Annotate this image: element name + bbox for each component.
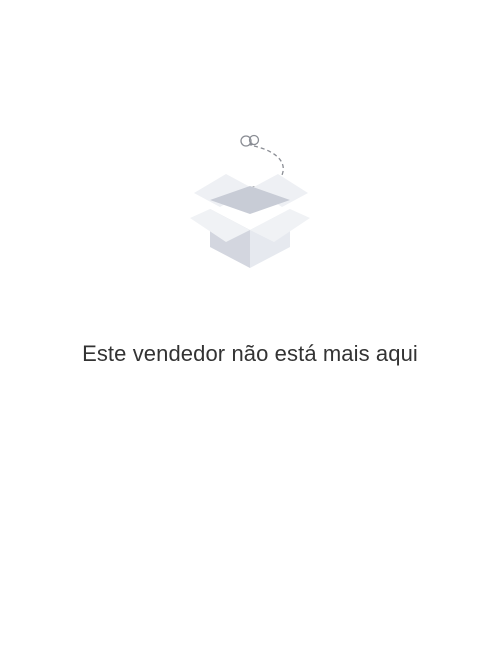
empty-state-message: Este vendedor não está mais aqui <box>82 341 418 366</box>
bug-icon <box>240 134 260 147</box>
empty-state-page: Este vendedor não está mais aqui <box>0 0 500 667</box>
open-box-icon <box>190 130 310 275</box>
